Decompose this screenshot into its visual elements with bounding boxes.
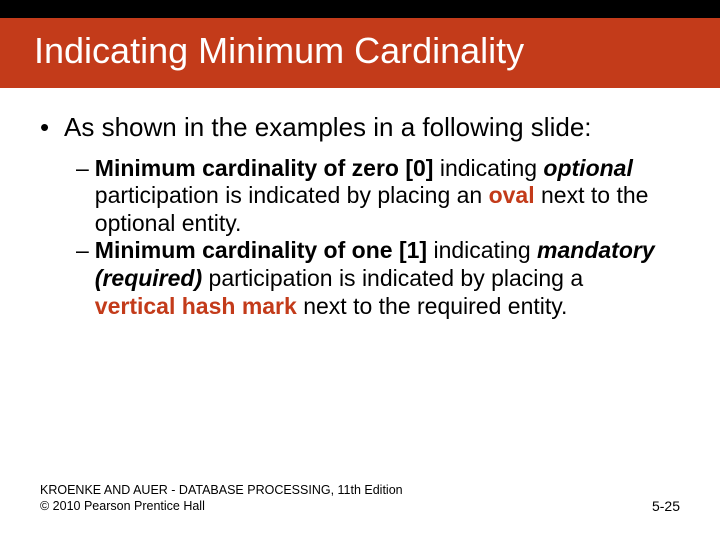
sub2-text: Minimum cardinality of one [1] indicatin… bbox=[95, 237, 664, 320]
slide-body: • As shown in the examples in a followin… bbox=[0, 88, 720, 320]
title-text: Indicating Minimum Cardinality bbox=[34, 30, 524, 71]
sub2-hash: vertical hash mark bbox=[95, 293, 297, 319]
sub1-oval: oval bbox=[489, 182, 535, 208]
bullet-dash: – bbox=[76, 237, 95, 320]
slide-footer: KROENKE AND AUER - DATABASE PROCESSING, … bbox=[40, 482, 680, 515]
sub1-text: Minimum cardinality of zero [0] indicati… bbox=[95, 155, 664, 238]
top-black-bar bbox=[0, 0, 720, 18]
footer-line2: © 2010 Pearson Prentice Hall bbox=[40, 498, 403, 514]
bullet-dash: – bbox=[76, 155, 95, 238]
sub1-mid2: participation is indicated by placing an bbox=[95, 182, 489, 208]
footer-left: KROENKE AND AUER - DATABASE PROCESSING, … bbox=[40, 482, 403, 515]
sub2-lead: Minimum cardinality of one [1] bbox=[95, 237, 427, 263]
footer-line1: KROENKE AND AUER - DATABASE PROCESSING, … bbox=[40, 482, 403, 498]
sub1-optional: optional bbox=[543, 155, 632, 181]
page-number: 5-25 bbox=[652, 498, 680, 514]
sub2-mid2: participation is indicated by placing a bbox=[202, 265, 583, 291]
bullet-dot: • bbox=[40, 112, 64, 143]
sub1-mid1: indicating bbox=[433, 155, 543, 181]
bullet-1-text: As shown in the examples in a following … bbox=[64, 112, 592, 143]
bullet-level-1: • As shown in the examples in a followin… bbox=[40, 112, 664, 143]
sub2-mid1: indicating bbox=[427, 237, 537, 263]
sub1-lead: Minimum cardinality of zero [0] bbox=[95, 155, 434, 181]
sub2-tail: next to the required entity. bbox=[297, 293, 568, 319]
bullet-level-2-item: – Minimum cardinality of one [1] indicat… bbox=[76, 237, 664, 320]
bullet-level-2-item: – Minimum cardinality of zero [0] indica… bbox=[76, 155, 664, 238]
slide-title: Indicating Minimum Cardinality bbox=[0, 18, 720, 88]
